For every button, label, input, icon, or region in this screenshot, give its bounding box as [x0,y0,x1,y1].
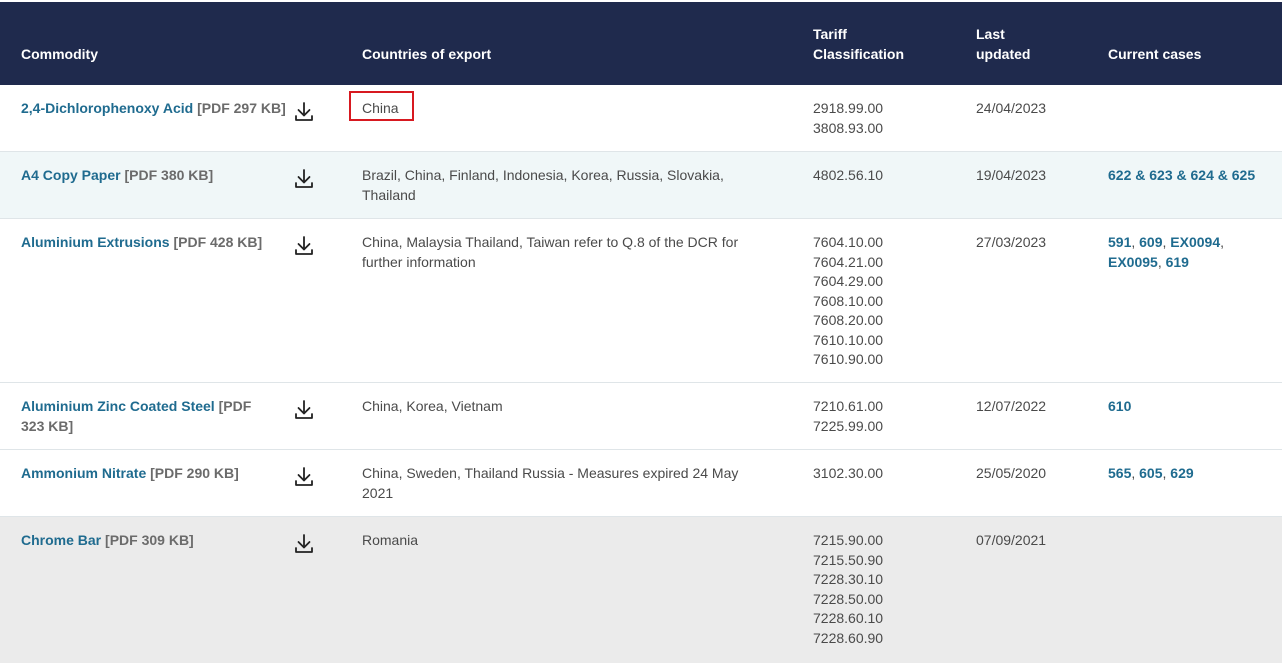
table-header: Commodity Countries of export Tariff Cla… [0,2,1282,85]
tariff-code: 7210.61.00 [813,398,884,414]
table-row: A4 Copy Paper [PDF 380 KB] Brazil, China… [0,152,1282,219]
commodities-table: Commodity Countries of export Tariff Cla… [0,2,1282,663]
table-row: Ammonium Nitrate [PDF 290 KB] China, Swe… [0,450,1282,517]
download-icon[interactable] [292,234,316,258]
commodity-link[interactable]: Chrome Bar [21,532,101,548]
commodity-cell: 2,4-Dichlorophenoxy Acid [PDF 297 KB] [21,99,293,119]
case-link[interactable]: 591 [1108,234,1131,250]
updated-cell: 25/05/2020 [976,465,1047,481]
case-link[interactable]: 622 & 623 & 624 & 625 [1108,167,1255,183]
pdf-size: [PDF 380 KB] [124,167,214,183]
pdf-size: [PDF 297 KB] [197,100,286,116]
commodity-link[interactable]: Aluminium Extrusions [21,234,170,250]
updated-cell: 07/09/2021 [976,532,1047,548]
case-link[interactable]: 605 [1139,465,1162,481]
tariff-code: 7610.10.00 [813,331,884,348]
countries-cell: China, Sweden, Thailand Russia - Measure… [362,465,739,501]
header-updated-line1: Last [976,26,1005,42]
header-tariff[interactable]: Tariff Classification [813,24,904,64]
header-updated-line2: updated [976,46,1031,62]
tariff-code: 3102.30.00 [813,465,884,481]
updated-cell: 27/03/2023 [976,234,1047,250]
countries-cell: China, Korea, Vietnam [362,398,503,414]
tariff-cell: 7215.90.00 7215.50.90 7228.30.10 7228.50… [813,531,953,648]
tariff-code: 7215.90.00 [813,532,884,548]
countries-cell: China, Malaysia Thailand, Taiwan refer t… [362,234,739,270]
countries-cell: Brazil, China, Finland, Indonesia, Korea… [362,167,724,203]
download-icon[interactable] [292,100,316,124]
header-tariff-line2: Classification [813,46,905,62]
tariff-code: 7225.99.00 [813,417,884,434]
tariff-code: 7608.20.00 [813,312,884,328]
pdf-size: [PDF 290 KB] [150,465,239,481]
tariff-cell: 4802.56.10 [813,166,953,186]
case-link[interactable]: 609 [1139,234,1162,250]
commodity-cell: A4 Copy Paper [PDF 380 KB] [21,166,293,186]
case-link[interactable]: 610 [1108,398,1131,414]
tariff-code: 7228.60.10 [813,610,884,626]
commodity-cell: Aluminium Zinc Coated Steel [PDF 323 KB] [21,397,271,436]
commodity-cell: Chrome Bar [PDF 309 KB] [21,531,293,551]
tariff-code: 7604.21.00 [813,253,884,270]
header-updated[interactable]: Last updated [976,24,1030,64]
tariff-code: 4802.56.10 [813,167,884,183]
commodity-link[interactable]: 2,4-Dichlorophenoxy Acid [21,100,193,116]
updated-cell: 19/04/2023 [976,167,1047,183]
table-row: Chrome Bar [PDF 309 KB] Romania 7215.90.… [0,517,1282,663]
commodity-link[interactable]: Aluminium Zinc Coated Steel [21,398,215,414]
case-link[interactable]: 565 [1108,465,1131,481]
download-icon[interactable] [292,465,316,489]
updated-cell: 12/07/2022 [976,398,1047,414]
tariff-code: 7604.10.00 [813,234,884,250]
tariff-code: 7228.30.10 [813,571,884,587]
tariff-cell: 2918.99.00 3808.93.00 [813,99,953,138]
tariff-code: 7228.60.90 [813,629,884,646]
pdf-size: [PDF 309 KB] [105,532,194,548]
download-icon[interactable] [292,167,316,191]
table-row: Aluminium Extrusions [PDF 428 KB] China,… [0,219,1282,383]
download-icon[interactable] [292,398,316,422]
header-commodity[interactable]: Commodity [21,44,98,64]
commodity-link[interactable]: A4 Copy Paper [21,167,121,183]
tariff-code: 2918.99.00 [813,100,884,116]
case-link[interactable]: EX0094 [1170,234,1220,250]
countries-cell: Romania [362,532,419,548]
download-icon[interactable] [292,532,316,556]
case-link[interactable]: 629 [1170,465,1193,481]
commodity-cell: Ammonium Nitrate [PDF 290 KB] [21,464,293,484]
header-cases[interactable]: Current cases [1108,44,1201,64]
tariff-code: 3808.93.00 [813,119,884,136]
cases-cell: 610 [1108,397,1258,417]
pdf-size: [PDF 428 KB] [173,234,263,250]
tariff-code: 7604.29.00 [813,273,884,289]
tariff-code: 7608.10.00 [813,292,884,309]
tariff-cell: 3102.30.00 [813,464,953,484]
header-countries[interactable]: Countries of export [362,44,491,64]
table-row: 2,4-Dichlorophenoxy Acid [PDF 297 KB] Ch… [0,85,1282,152]
cases-cell: 622 & 623 & 624 & 625 [1108,166,1258,186]
case-link[interactable]: EX0095 [1108,254,1158,270]
updated-cell: 24/04/2023 [976,100,1047,116]
header-tariff-line1: Tariff [813,26,847,42]
tariff-code: 7610.90.00 [813,351,884,367]
tariff-cell: 7604.10.00 7604.21.00 7604.29.00 7608.10… [813,233,953,370]
case-link[interactable]: 619 [1166,254,1189,270]
commodity-link[interactable]: Ammonium Nitrate [21,465,146,481]
table-row: Aluminium Zinc Coated Steel [PDF 323 KB]… [0,383,1282,450]
tariff-code: 7215.50.90 [813,551,884,568]
commodity-cell: Aluminium Extrusions [PDF 428 KB] [21,233,293,253]
cases-cell: 565, 605, 629 [1108,465,1194,481]
tariff-code: 7228.50.00 [813,590,884,607]
cases-cell: 591, 609, EX0094, EX0095, 619 [1108,234,1224,270]
tariff-cell: 7210.61.00 7225.99.00 [813,397,953,436]
countries-cell: China [362,100,399,116]
